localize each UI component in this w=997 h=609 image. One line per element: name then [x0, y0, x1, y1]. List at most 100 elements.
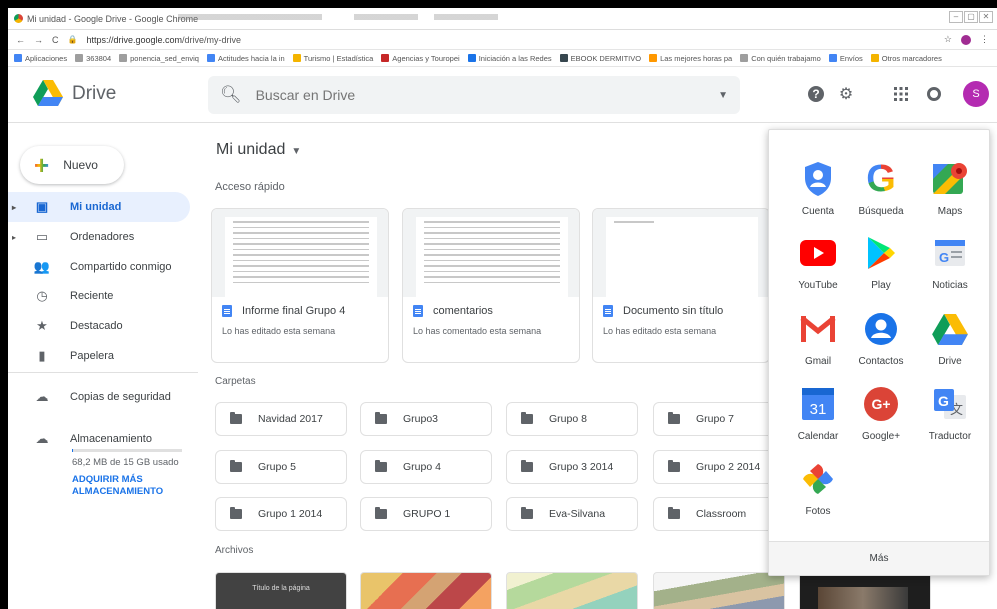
expand-arrow-icon[interactable]: ▸ — [12, 233, 16, 242]
drive-brand[interactable]: Drive — [72, 83, 116, 105]
app-fotos[interactable]: Fotos — [783, 460, 853, 517]
app-label: Drive — [938, 356, 962, 367]
app-traductor[interactable]: 文 G Traductor — [915, 385, 985, 442]
folder-item[interactable]: Navidad 2017 — [215, 402, 347, 436]
help-icon[interactable]: ? — [806, 84, 826, 104]
app-b-squeda[interactable]: G Búsqueda — [846, 160, 916, 217]
app-gmail[interactable]: Gmail — [783, 310, 853, 367]
bookmark-favicon-icon — [75, 54, 84, 62]
cloud-storage-icon: ☁ — [35, 431, 49, 446]
sidebar-item-clock[interactable]: ◷ Reciente — [8, 281, 190, 311]
quick-access-card[interactable]: comentarios Lo has comentado esta semana — [402, 208, 580, 363]
sidebar-item-trash[interactable]: ▮ Papelera — [8, 341, 190, 371]
app-label: Google+ — [861, 431, 901, 442]
app-contactos[interactable]: Contactos — [846, 310, 916, 367]
expand-arrow-icon[interactable]: ▸ — [12, 203, 16, 212]
app-youtube[interactable]: YouTube — [783, 234, 853, 291]
app-maps[interactable]: Maps — [915, 160, 985, 217]
app-drive[interactable]: Drive — [915, 310, 985, 367]
text-line — [233, 232, 369, 234]
text-line — [233, 226, 369, 228]
folder-icon — [230, 507, 242, 519]
bookmark-item[interactable]: EBOOK DERMITIVO — [559, 54, 641, 63]
search-input[interactable] — [255, 87, 719, 103]
folder-item[interactable]: Grupo 7 — [653, 402, 785, 436]
play-store-icon — [862, 234, 900, 272]
bookmark-item[interactable]: Aplicaciones — [14, 54, 67, 63]
folder-item[interactable]: Grupo 3 2014 — [506, 450, 638, 484]
sidebar-item-label: Mi unidad — [70, 201, 122, 213]
bookmark-item[interactable]: Envíos — [828, 54, 863, 63]
app-play[interactable]: Play — [846, 234, 916, 291]
bookmark-item[interactable]: Turismo | Estadística — [292, 53, 374, 63]
forward-icon[interactable]: → — [34, 35, 43, 45]
folder-item[interactable]: Grupo3 — [360, 402, 492, 436]
folder-item[interactable]: Eva-Silvana — [506, 497, 638, 531]
bookmark-star-icon[interactable]: ☆ — [944, 34, 952, 45]
buy-storage-link[interactable]: ADQUIRIR MÁS ALMACENAMIENTO — [72, 474, 192, 498]
bookmark-favicon-icon — [119, 54, 128, 62]
more-apps-button[interactable]: Más — [769, 541, 989, 575]
app-noticias[interactable]: G Noticias — [915, 234, 985, 291]
app-label: Gmail — [804, 356, 832, 367]
search-icon[interactable]: 🔍︎ — [220, 85, 242, 105]
apps-grid-icon[interactable] — [891, 84, 911, 104]
close-window-button[interactable]: ✕ — [979, 11, 993, 23]
bookmark-item[interactable]: Con quién trabajamo — [740, 54, 821, 63]
new-button[interactable]: + Nuevo — [20, 146, 124, 184]
bookmark-favicon-icon — [559, 54, 568, 62]
sidebar-item-cloud-backup[interactable]: ☁ Copias de seguridad — [8, 382, 190, 412]
file-thumb-5[interactable] — [799, 572, 931, 609]
file-thumb-2[interactable] — [360, 572, 492, 609]
app-google-[interactable]: G+ Google+ — [846, 385, 916, 442]
bookmark-item[interactable]: 363804 — [75, 54, 111, 63]
url-field[interactable]: https://drive.google.com/drive/my-drive — [86, 35, 934, 45]
bookmark-item[interactable]: Iniciación a las Redes — [467, 54, 552, 63]
folder-item[interactable]: Classroom — [653, 497, 785, 531]
sidebar-item-star[interactable]: ★ Destacado — [8, 311, 190, 341]
plus-icon: + — [34, 150, 50, 180]
sidebar-item-my-drive[interactable]: ▸ ▣ Mi unidad — [8, 192, 190, 222]
extension-icon[interactable] — [961, 34, 971, 45]
quick-access-card[interactable]: Informe final Grupo 4 Lo has editado esta… — [211, 208, 389, 363]
search-box[interactable]: 🔍︎ ▼ — [208, 76, 740, 114]
bookmark-favicon-icon — [206, 54, 215, 62]
app-cuenta[interactable]: Cuenta — [783, 160, 853, 217]
folder-icon — [668, 412, 680, 424]
file-thumb-3[interactable] — [506, 572, 638, 609]
folder-item[interactable]: Grupo 8 — [506, 402, 638, 436]
folder-item[interactable]: Grupo 2 2014 — [653, 450, 785, 484]
bookmark-label: Turismo | Estadística — [303, 53, 374, 63]
bookmark-item[interactable]: Agencias y Touropei — [381, 54, 460, 63]
maximize-button[interactable]: ▢ — [964, 11, 978, 23]
file-thumb-4[interactable] — [653, 572, 785, 609]
translate-icon: 文G — [931, 385, 969, 423]
app-calendar[interactable]: 31 Calendar — [783, 385, 853, 442]
drive-icon — [931, 310, 969, 348]
folder-item[interactable]: Grupo 1 2014 — [215, 497, 347, 531]
bookmark-item[interactable]: ponencia_sed_enviq — [119, 54, 199, 63]
back-icon[interactable]: ← — [16, 35, 25, 45]
file-thumb-1[interactable]: Título de la página — [215, 572, 347, 609]
sidebar-item-computers[interactable]: ▸ ▭ Ordenadores — [8, 222, 190, 252]
quick-access-card[interactable]: Documento sin título Lo has editado esta … — [592, 208, 770, 363]
page-title[interactable]: Mi unidad ▼ — [216, 141, 301, 159]
minimize-button[interactable]: – — [949, 11, 963, 23]
bookmark-item[interactable]: Otros marcadores — [870, 54, 942, 63]
docs-icon — [222, 305, 232, 317]
folder-item[interactable]: GRUPO 1 — [360, 497, 492, 531]
notifications-icon[interactable] — [924, 84, 944, 104]
folder-item[interactable]: Grupo 4 — [360, 450, 492, 484]
reload-icon[interactable]: C — [52, 35, 59, 45]
bookmark-item[interactable]: Actitudes hacia la in — [206, 54, 285, 63]
gear-icon[interactable]: ⚙ — [836, 84, 856, 104]
folder-item[interactable]: Grupo 5 — [215, 450, 347, 484]
sidebar-item-label: Almacenamiento — [70, 433, 152, 445]
sidebar-item-shared[interactable]: 👥 Compartido conmigo — [8, 252, 190, 282]
bookmark-item[interactable]: Las mejores horas pa — [649, 54, 732, 63]
search-options-icon[interactable]: ▼ — [718, 90, 728, 101]
new-button-label: Nuevo — [63, 158, 98, 172]
drive-logo-icon[interactable] — [33, 80, 63, 106]
browser-menu-icon[interactable]: ⋮ — [980, 34, 989, 45]
avatar[interactable]: S — [963, 81, 989, 107]
